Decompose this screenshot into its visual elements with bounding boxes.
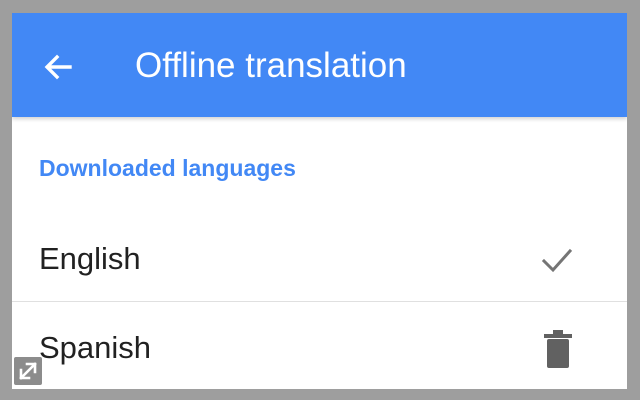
language-label: English bbox=[39, 241, 141, 276]
app-bar: Offline translation bbox=[12, 13, 627, 117]
delete-button[interactable] bbox=[544, 330, 572, 368]
back-button[interactable] bbox=[40, 49, 76, 85]
expand-button[interactable] bbox=[14, 357, 42, 385]
offline-translation-screen: Offline translation Downloaded languages… bbox=[12, 13, 627, 389]
language-row-english[interactable]: English bbox=[12, 214, 627, 300]
expand-icon bbox=[19, 362, 37, 380]
section-header: Downloaded languages bbox=[39, 155, 296, 181]
checkmark-icon bbox=[540, 243, 574, 277]
arrow-left-icon bbox=[44, 54, 72, 80]
scrollbar-track[interactable] bbox=[627, 0, 640, 400]
trash-icon bbox=[544, 330, 572, 368]
language-row-spanish[interactable]: Spanish bbox=[12, 303, 627, 389]
row-divider bbox=[12, 301, 627, 302]
language-label: Spanish bbox=[39, 330, 152, 365]
page-title: Offline translation bbox=[135, 46, 407, 85]
